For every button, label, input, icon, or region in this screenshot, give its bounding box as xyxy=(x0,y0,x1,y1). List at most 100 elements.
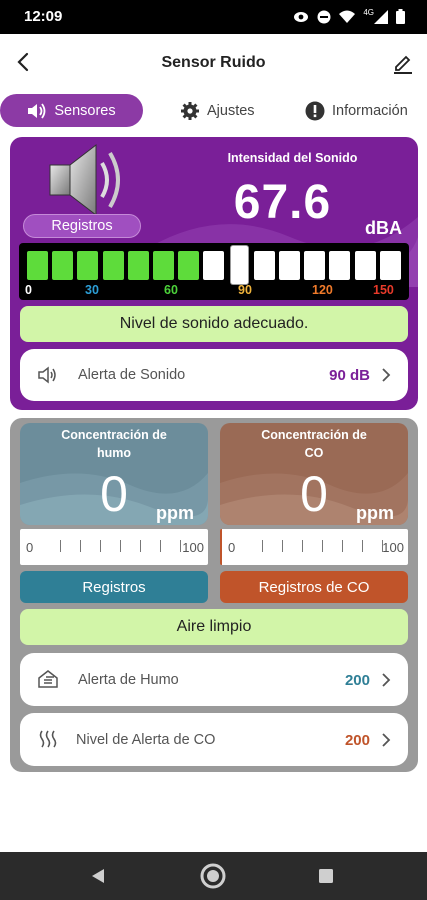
smoke-value: 0 xyxy=(100,466,128,522)
meter-tick-label: 150 xyxy=(373,283,394,297)
meter-tick-label: 90 xyxy=(238,283,252,297)
meter-tick-label: 30 xyxy=(85,283,99,297)
scale-tick xyxy=(362,540,363,552)
scale-tick xyxy=(302,540,303,552)
nav-recents-icon[interactable] xyxy=(318,868,334,884)
co-alert-label: Nivel de Alerta de CO xyxy=(76,732,216,748)
smoke-scale: 0 100 xyxy=(20,529,208,565)
smoke-alert-label: Alerta de Humo xyxy=(78,672,179,688)
smoke-alert-row[interactable]: Alerta de Humo 200 xyxy=(20,653,408,706)
meter-segment xyxy=(153,251,174,280)
visibility-icon xyxy=(294,11,309,22)
smoke-unit: ppm xyxy=(156,503,194,523)
edit-pencil-icon[interactable] xyxy=(391,50,415,74)
smoke-label: Concentración de humo xyxy=(20,426,208,462)
sound-level-meter: 0 30 60 90 120 150 xyxy=(19,243,409,300)
gas-card: Concentración de humo 0 ppm Concentración… xyxy=(10,418,418,772)
tab-label: Ajustes xyxy=(207,102,255,119)
scale-tick xyxy=(160,540,161,552)
co-label-line1: Concentración de xyxy=(261,428,367,442)
smoke-alert-value: 200 xyxy=(344,672,370,689)
meter-segment xyxy=(52,251,74,280)
meter-segment xyxy=(178,251,200,280)
tab-label: Información xyxy=(332,102,408,119)
smoke-label-line2: humo xyxy=(96,446,132,460)
co-panel: Concentración de CO 0 ppm xyxy=(220,423,408,525)
smoke-scale-max: 100 xyxy=(182,540,204,555)
smoke-label-line1: Concentración de xyxy=(61,428,167,442)
sound-status-text: Nivel de sonido adecuado. xyxy=(20,306,408,342)
status-time: 12:09 xyxy=(24,8,63,25)
speaker-outline-icon xyxy=(38,366,56,384)
sound-alert-label: Alerta de Sonido xyxy=(78,367,186,383)
sound-records-button[interactable]: Registros xyxy=(23,214,141,238)
scale-tick xyxy=(120,540,121,552)
scale-tick xyxy=(80,540,81,552)
heat-waves-icon xyxy=(39,730,57,748)
co-scale: 0 100 xyxy=(220,529,408,565)
co-label: Concentración de CO xyxy=(220,426,408,462)
co-alert-value: 200 xyxy=(344,732,370,749)
scale-tick xyxy=(262,540,263,552)
air-status-text: Aire limpio xyxy=(20,609,408,645)
scale-tick xyxy=(282,540,283,552)
nav-home-icon[interactable] xyxy=(199,862,227,890)
system-status-bar: 12:09 4G xyxy=(0,0,427,34)
meter-tick-label: 120 xyxy=(312,283,333,297)
scale-tick xyxy=(140,540,141,552)
co-scale-min: 0 xyxy=(228,540,236,555)
co-records-button[interactable]: Registros de CO xyxy=(220,571,408,603)
scale-tick xyxy=(60,540,61,552)
tab-informacion[interactable]: Información xyxy=(305,94,408,127)
sound-alert-row[interactable]: Alerta de Sonido 90 dB xyxy=(20,349,408,401)
gear-icon xyxy=(181,101,199,120)
chevron-right-icon xyxy=(382,673,391,687)
co-value: 0 xyxy=(300,466,328,522)
meter-segment xyxy=(27,251,48,280)
co-unit: ppm xyxy=(356,503,394,523)
app-bar: Sensor Ruido xyxy=(0,34,427,92)
intensity-unit: dBA xyxy=(365,218,402,238)
speaker-icon xyxy=(28,102,46,119)
tab-bar: Sensores Ajustes Información xyxy=(0,94,427,130)
nav-back-icon[interactable] xyxy=(90,868,106,884)
battery-icon xyxy=(396,9,405,24)
scale-tick xyxy=(180,540,181,552)
wifi-icon xyxy=(339,10,356,23)
meter-segment xyxy=(329,251,351,280)
intensity-value: 67.6 xyxy=(233,176,332,229)
meter-tick-label: 0 xyxy=(25,283,32,297)
tab-ajustes[interactable]: Ajustes xyxy=(180,94,255,127)
scale-tick xyxy=(342,540,343,552)
smoke-scale-min: 0 xyxy=(26,540,34,555)
scale-tick xyxy=(382,540,383,552)
intensity-label: Intensidad del Sonido xyxy=(227,151,358,165)
meter-segment xyxy=(379,251,401,280)
chevron-right-icon xyxy=(382,368,391,382)
page-title: Sensor Ruido xyxy=(161,54,266,71)
meter-tick-label: 60 xyxy=(164,283,178,297)
smoke-house-icon xyxy=(38,670,58,688)
status-icons: 4G xyxy=(293,8,405,24)
dnd-icon xyxy=(317,10,331,23)
scale-tick xyxy=(100,540,101,552)
smoke-panel: Concentración de humo 0 ppm xyxy=(20,423,208,525)
co-alert-row[interactable]: Nivel de Alerta de CO 200 xyxy=(20,713,408,766)
meter-segment xyxy=(279,251,300,280)
meter-segment xyxy=(127,251,149,280)
meter-needle xyxy=(230,246,248,284)
co-label-line2: CO xyxy=(304,446,324,460)
co-scale-max: 100 xyxy=(382,540,404,555)
meter-segment xyxy=(354,251,376,280)
sound-card: Registros Intensidad del Sonido 67.6 dBA… xyxy=(10,137,418,410)
system-navigation-bar xyxy=(0,852,427,900)
meter-segment xyxy=(304,251,326,280)
tab-sensores[interactable]: Sensores xyxy=(0,94,143,127)
meter-segment xyxy=(203,251,225,280)
smoke-records-button[interactable]: Registros xyxy=(20,571,208,603)
meter-segment xyxy=(253,251,275,280)
loudspeaker-icon xyxy=(49,143,120,217)
meter-segment xyxy=(102,251,124,280)
info-icon xyxy=(305,101,325,120)
chevron-right-icon xyxy=(382,733,391,747)
